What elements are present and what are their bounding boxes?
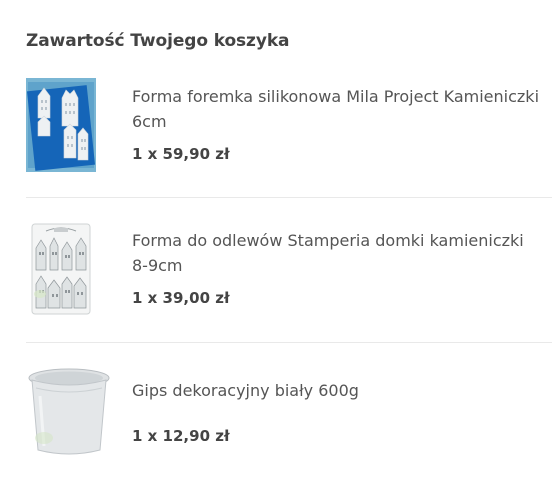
cart-title: Zawartość Twojego koszyka	[26, 31, 290, 51]
item-divider	[26, 197, 552, 198]
product-thumbnail-mila-mold[interactable]	[26, 78, 96, 172]
stamperia-mold-houses-image	[26, 222, 96, 316]
cart-item-name[interactable]: Forma foremka silikonowa Mila Project Ka…	[132, 84, 542, 134]
plaster-bucket-image	[26, 366, 112, 460]
cart-item-name[interactable]: Forma do odlewów Stamperia domki kamieni…	[132, 228, 542, 278]
product-thumbnail-stamperia-mold[interactable]	[26, 222, 96, 316]
silicone-mold-houses-image	[26, 78, 96, 172]
cart-item-name[interactable]: Gips dekoracyjny biały 600g	[132, 378, 542, 403]
cart-item-quantity-price: 1 x 12,90 zł	[132, 427, 230, 445]
cart-item-quantity-price: 1 x 39,00 zł	[132, 289, 230, 307]
cart-item-quantity-price: 1 x 59,90 zł	[132, 145, 230, 163]
item-divider	[26, 342, 552, 343]
product-thumbnail-plaster[interactable]	[26, 366, 112, 460]
